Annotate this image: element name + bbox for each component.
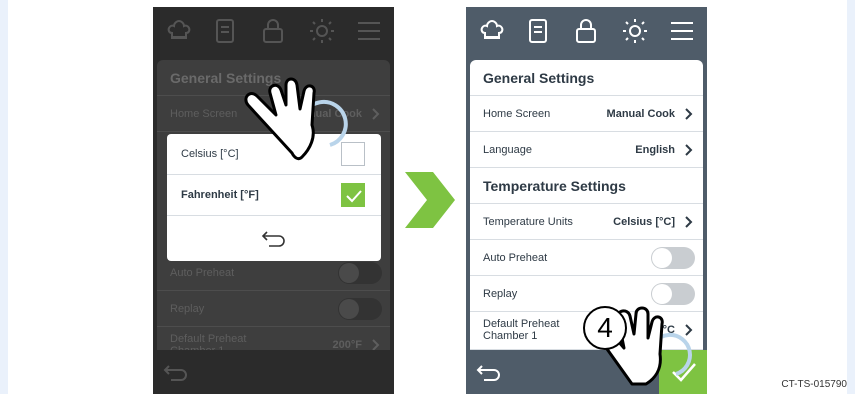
brightness-icon[interactable]: [308, 17, 336, 45]
setting-row-home-screen[interactable]: Home Screen Manual Cook: [157, 96, 390, 132]
setting-row-default-preheat[interactable]: Default Preheat Chamber 1 200°F: [157, 327, 390, 350]
checkbox-unchecked[interactable]: [341, 142, 365, 166]
setting-label: Default Preheat Chamber 1: [170, 333, 247, 350]
toggle-switch[interactable]: [338, 298, 382, 320]
menu-icon[interactable]: [668, 17, 696, 45]
setting-row-language[interactable]: Language English: [470, 132, 703, 168]
chevron-right-icon: [372, 339, 380, 350]
menu-icon[interactable]: [355, 17, 383, 45]
setting-label: Temperature Units: [483, 216, 573, 228]
bottom-bar: [153, 350, 394, 394]
reference-code: CT-TS-015790: [781, 379, 847, 390]
top-icon-bar: [466, 7, 707, 57]
setting-row-home-screen[interactable]: Home Screen Manual Cook: [470, 96, 703, 132]
toggle-switch[interactable]: [651, 283, 695, 305]
setting-value: 200°F: [332, 339, 362, 350]
toggle-switch[interactable]: [651, 247, 695, 269]
settings-panel: General Settings Home Screen Manual Cook…: [470, 60, 703, 350]
general-settings-header: General Settings: [470, 60, 703, 96]
setting-label: Replay: [483, 288, 518, 300]
setting-row-temperature-units[interactable]: Temperature Units Celsius [°C]: [470, 204, 703, 240]
chevron-right-icon: [685, 144, 693, 156]
left-screen: General Settings Home Screen Manual Cook…: [153, 7, 394, 394]
recipe-book-icon[interactable]: [211, 17, 239, 45]
right-screen: General Settings Home Screen Manual Cook…: [466, 7, 707, 394]
section-title: General Settings: [483, 70, 595, 86]
back-arrow-icon: [261, 231, 285, 247]
setting-row-replay[interactable]: Replay: [470, 276, 703, 312]
chevron-right-icon: [372, 108, 380, 120]
setting-row-default-preheat[interactable]: Default Preheat Chamber 1 93°C: [470, 312, 703, 350]
checkbox-checked[interactable]: [341, 183, 365, 207]
chevron-right-icon: [685, 216, 693, 228]
setting-value: Celsius [°C]: [613, 216, 675, 228]
setting-value: Manual Cook: [293, 108, 362, 120]
setting-value: English: [635, 144, 675, 156]
setting-row-replay[interactable]: Replay: [157, 291, 390, 327]
option-fahrenheit[interactable]: Fahrenheit [°F]: [167, 175, 381, 216]
section-title: General Settings: [170, 70, 282, 86]
setting-label: Language: [483, 144, 532, 156]
toggle-switch[interactable]: [338, 262, 382, 284]
temperature-units-dialog: Celsius [°C] Fahrenheit [°F]: [167, 134, 381, 261]
setting-label: Replay: [170, 303, 205, 315]
lock-icon[interactable]: [259, 17, 287, 45]
option-celsius[interactable]: Celsius [°C]: [167, 134, 381, 175]
recipe-book-icon[interactable]: [524, 17, 552, 45]
setting-value: 93°C: [650, 324, 675, 336]
back-arrow-icon[interactable]: [163, 362, 189, 382]
setting-label: Home Screen: [170, 108, 238, 120]
confirm-button[interactable]: [659, 350, 707, 394]
setting-row-auto-preheat[interactable]: Auto Preheat: [470, 240, 703, 276]
lock-icon[interactable]: [572, 17, 600, 45]
top-icon-bar: [153, 7, 394, 57]
chevron-right-icon: [685, 324, 693, 336]
double-chevron-icon: [405, 172, 455, 228]
back-arrow-icon[interactable]: [476, 362, 502, 382]
checkmark-icon: [672, 363, 696, 382]
brightness-icon[interactable]: [621, 17, 649, 45]
temperature-settings-header: Temperature Settings: [470, 168, 703, 204]
chef-hat-icon[interactable]: [165, 17, 193, 45]
section-title: Temperature Settings: [483, 178, 626, 194]
chef-hat-icon[interactable]: [478, 17, 506, 45]
dialog-back-button[interactable]: [167, 216, 381, 261]
section-header: General Settings: [157, 60, 390, 96]
setting-value: Manual Cook: [606, 108, 675, 120]
option-label: Fahrenheit [°F]: [181, 189, 259, 201]
chevron-right-icon: [685, 108, 693, 120]
option-label: Celsius [°C]: [181, 148, 239, 160]
setting-label: Default Preheat Chamber 1: [483, 318, 560, 342]
checkmark-icon: [346, 190, 362, 203]
bottom-bar: [466, 350, 707, 394]
setting-label: Auto Preheat: [483, 252, 548, 264]
setting-label: Home Screen: [483, 108, 551, 120]
